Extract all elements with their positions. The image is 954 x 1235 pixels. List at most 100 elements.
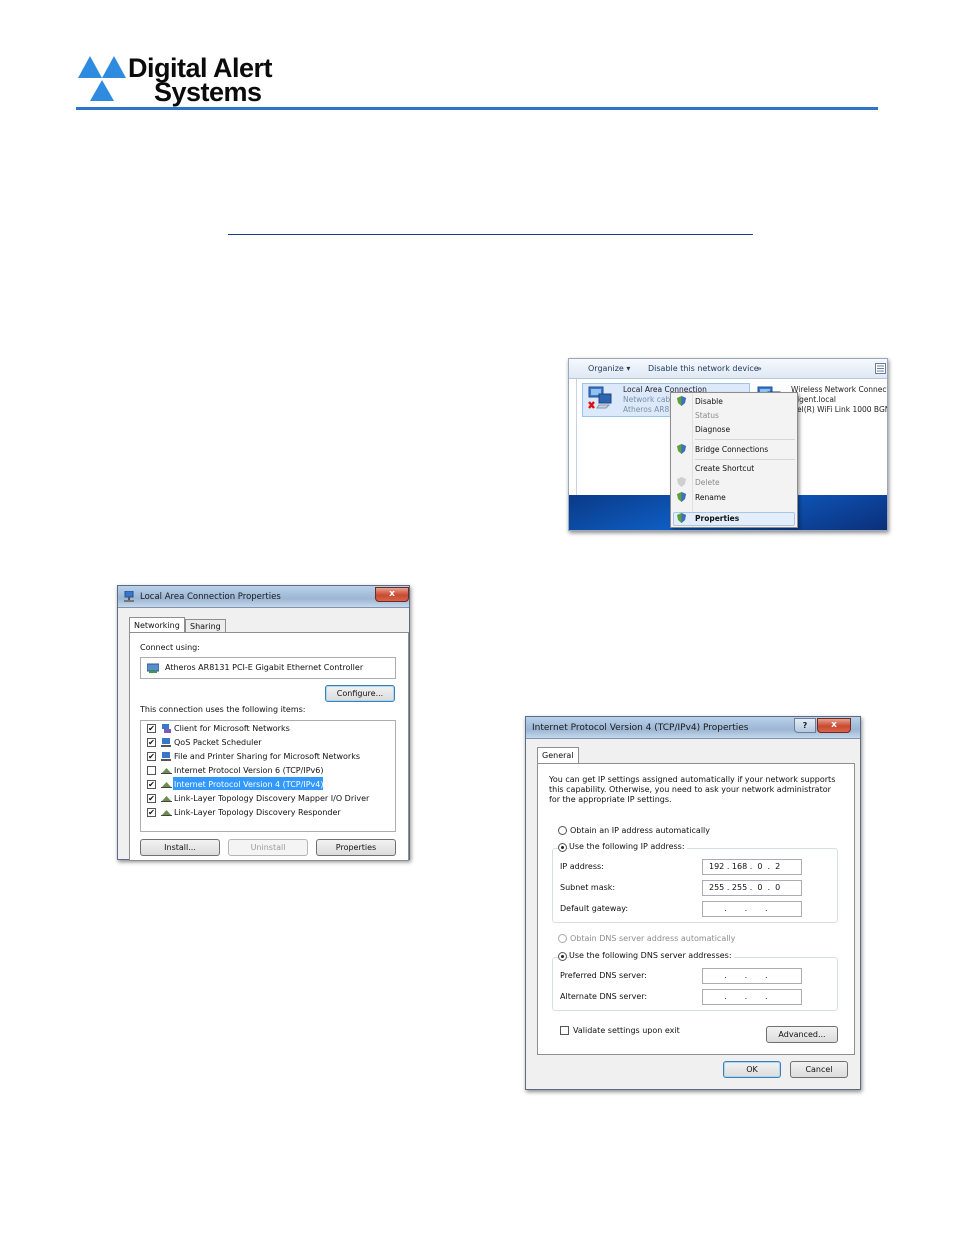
obtain-ip-auto-radio[interactable] (558, 826, 567, 835)
ipv4-title: Internet Protocol Version 4 (TCP/IPv4) P… (532, 723, 749, 733)
uninstall-button[interactable]: Uninstall (228, 839, 308, 856)
use-following-dns-label[interactable]: Use the following DNS server addresses: (569, 951, 734, 960)
components-list: ✔ Client for Microsoft Networks ✔ QoS Pa… (140, 720, 396, 832)
item-ipv4[interactable]: Internet Protocol Version 4 (TCP/IPv4) (174, 780, 323, 789)
validate-checkbox[interactable] (560, 1026, 569, 1035)
logo-text-line2: Systems (154, 77, 262, 107)
protocol-icon (161, 768, 172, 774)
item-client-ms-networks[interactable]: Client for Microsoft Networks (174, 724, 290, 733)
item-checkbox[interactable]: ✔ (147, 752, 156, 761)
advanced-button[interactable]: Advanced... (766, 1026, 838, 1043)
tab-sharing[interactable]: Sharing (185, 619, 226, 633)
menu-item-properties[interactable]: Properties (695, 514, 739, 523)
service-icon (161, 738, 171, 747)
alternate-dns-label: Alternate DNS server: (560, 992, 648, 1001)
toolbar-more-button[interactable]: » (757, 364, 762, 373)
menu-item-delete[interactable]: Delete (695, 478, 720, 487)
ipv4-titlebar: Internet Protocol Version 4 (TCP/IPv4) P… (526, 717, 860, 739)
menu-item-bridge[interactable]: Bridge Connections (695, 445, 768, 454)
network-adapter-icon (588, 386, 612, 409)
ok-button[interactable]: OK (723, 1061, 781, 1078)
tab-general[interactable]: General (537, 747, 579, 763)
default-gateway-input[interactable]: . . . (702, 901, 802, 917)
description-line1: You can get IP settings assigned automat… (549, 775, 836, 784)
item-qos[interactable]: QoS Packet Scheduler (174, 738, 262, 747)
preferred-dns-label: Preferred DNS server: (560, 971, 647, 980)
adapter2-device: el(R) WiFi Link 1000 BGN (797, 405, 888, 414)
item-lltd-mapper[interactable]: Link-Layer Topology Discovery Mapper I/O… (174, 794, 369, 803)
menu-gutter (692, 393, 693, 527)
item-checkbox[interactable]: ✔ (147, 794, 156, 803)
uac-shield-icon (677, 444, 686, 454)
alternate-dns-input[interactable]: . . . (702, 989, 802, 1005)
use-following-ip-label[interactable]: Use the following IP address: (569, 842, 687, 851)
adapter-context-menu: Disable Status Diagnose Bridge Connectio… (670, 392, 798, 528)
client-icon (162, 724, 171, 733)
networking-panel: Connect using: Atheros AR8131 PCI-E Giga… (129, 632, 409, 861)
triangles-logo-icon (78, 56, 126, 101)
menu-item-status[interactable]: Status (695, 411, 719, 420)
tab-networking[interactable]: Networking (129, 617, 185, 633)
protocol-icon (161, 810, 172, 816)
menu-item-diagnose[interactable]: Diagnose (695, 425, 730, 434)
ipv4-properties-dialog: Internet Protocol Version 4 (TCP/IPv4) P… (525, 716, 861, 1090)
item-checkbox[interactable]: ✔ (147, 808, 156, 817)
protocol-icon (161, 782, 172, 788)
adapter-name: Atheros AR8131 PCI-E Gigabit Ethernet Co… (165, 663, 364, 672)
properties-button[interactable]: Properties (316, 839, 396, 856)
menu-item-rename[interactable]: Rename (695, 493, 726, 502)
uac-shield-icon (677, 492, 686, 502)
subnet-mask-input[interactable]: 255 . 255 . 0 . 0 (702, 880, 802, 896)
install-button[interactable]: Install... (140, 839, 220, 856)
item-checkbox[interactable] (147, 766, 156, 775)
network-icon (124, 591, 134, 602)
item-checkbox[interactable]: ✔ (147, 738, 156, 747)
item-ipv6[interactable]: Internet Protocol Version 6 (TCP/IPv6) (174, 766, 323, 775)
disable-device-button[interactable]: Disable this network device (648, 364, 759, 373)
close-button[interactable]: x (817, 718, 851, 733)
description-line2: this capability. Otherwise, you need to … (549, 785, 831, 794)
lac-properties-dialog: Local Area Connection Properties x Netwo… (117, 585, 410, 861)
menu-item-create-shortcut[interactable]: Create Shortcut (695, 464, 754, 473)
item-file-printer-sharing[interactable]: File and Printer Sharing for Microsoft N… (174, 752, 360, 761)
validate-label[interactable]: Validate settings upon exit (573, 1026, 680, 1035)
title-underline (228, 234, 753, 235)
nc-toolbar: Organize ▾ Disable this network device » (569, 359, 887, 379)
adapter1-device: Atheros AR81 (623, 405, 674, 414)
configure-button[interactable]: Configure... (325, 685, 395, 702)
general-panel: You can get IP settings assigned automat… (537, 763, 855, 1055)
menu-item-disable[interactable]: Disable (695, 397, 723, 406)
item-checkbox[interactable]: ✔ (147, 724, 156, 733)
preferred-dns-input[interactable]: . . . (702, 968, 802, 984)
use-following-ip-radio[interactable] (558, 843, 567, 852)
item-checkbox[interactable]: ✔ (147, 780, 156, 789)
default-gateway-label: Default gateway: (560, 904, 629, 913)
company-logo: Digital Alert Systems (78, 54, 318, 106)
network-connections-window: Organize ▾ Disable this network device »… (568, 358, 888, 531)
obtain-dns-auto-label[interactable]: Obtain DNS server address automatically (570, 934, 735, 943)
subnet-mask-label: Subnet mask: (560, 883, 616, 892)
items-label: This connection uses the following items… (140, 705, 306, 714)
uac-shield-icon (677, 477, 686, 487)
cancel-button[interactable]: Cancel (790, 1061, 848, 1078)
menu-separator (695, 459, 795, 460)
connect-using-label: Connect using: (140, 643, 200, 652)
view-options-icon[interactable] (875, 363, 886, 374)
help-button[interactable]: ? (794, 718, 816, 733)
close-button[interactable]: x (375, 587, 409, 602)
obtain-dns-auto-radio[interactable] (558, 934, 567, 943)
ip-address-input[interactable]: 192 . 168 . 0 . 2 (702, 859, 802, 875)
adapter-box: Atheros AR8131 PCI-E Gigabit Ethernet Co… (140, 657, 396, 679)
obtain-ip-auto-label[interactable]: Obtain an IP address automatically (570, 826, 710, 835)
lac-title: Local Area Connection Properties (140, 592, 281, 602)
adapter2-status: igent.local (797, 395, 837, 404)
service-icon (161, 752, 171, 761)
ip-address-label: IP address: (560, 862, 604, 871)
organize-menu[interactable]: Organize ▾ (588, 364, 630, 373)
description-line3: for the appropriate IP settings. (549, 795, 672, 804)
use-following-dns-radio[interactable] (558, 952, 567, 961)
lac-titlebar: Local Area Connection Properties x (118, 586, 409, 608)
uac-shield-icon (677, 396, 686, 406)
item-lltd-responder[interactable]: Link-Layer Topology Discovery Responder (174, 808, 341, 817)
menu-separator (695, 439, 795, 440)
